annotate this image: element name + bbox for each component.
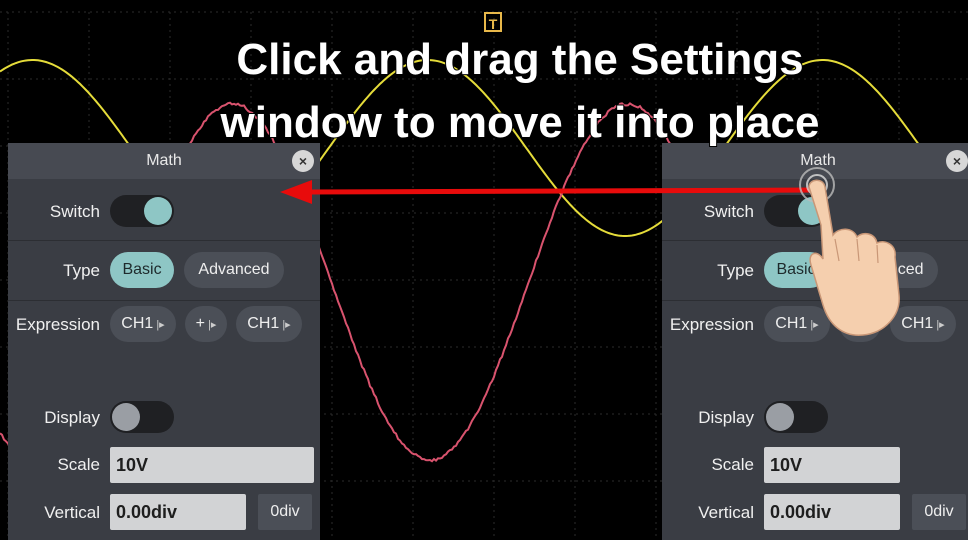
hand-pointer-icon xyxy=(795,165,915,345)
caption-line-2: window to move it into place xyxy=(120,95,920,151)
caption-line-1: Click and drag the Settings xyxy=(120,32,920,88)
